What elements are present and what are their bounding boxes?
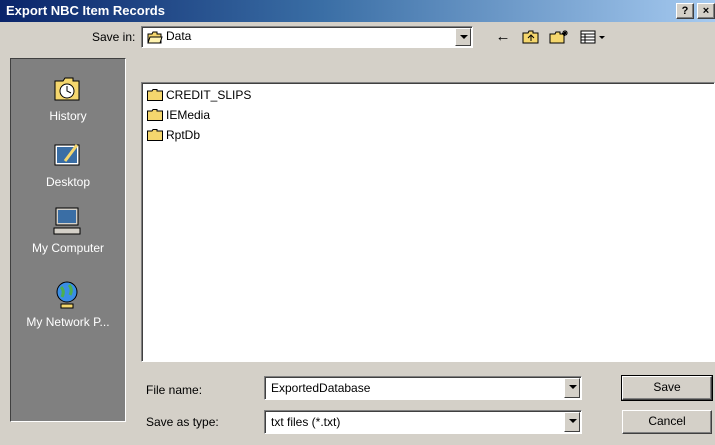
new-folder-icon[interactable] [548,26,570,48]
place-my-computer[interactable]: My Computer [11,201,125,265]
file-name-value: ExportedDatabase [271,381,371,395]
save-in-combo[interactable]: Data [141,26,473,48]
places-bar: History Desktop My Computer My Network P… [10,58,126,422]
export-dialog: Export NBC Item Records ? × Save in: Dat… [0,0,715,445]
save-button[interactable]: Save [621,375,713,401]
file-name-dropdown-arrow[interactable] [564,378,580,398]
help-button[interactable]: ? [676,3,694,19]
save-in-dropdown-arrow[interactable] [455,28,471,46]
folder-icon [147,89,163,101]
history-icon [54,77,80,101]
place-label: Desktop [45,175,91,189]
computer-icon [53,207,81,235]
file-name-field[interactable]: ExportedDatabase [264,376,582,400]
file-list[interactable]: CREDIT_SLIPS IEMedia RptDb [141,82,715,362]
network-icon [56,281,78,309]
save-in-value: Data [166,29,192,43]
back-icon[interactable]: ← [492,26,514,48]
place-label: My Network P... [26,315,110,329]
desktop-icon [54,144,80,166]
views-menu-icon[interactable] [578,26,608,48]
dialog-title: Export NBC Item Records [6,3,165,18]
file-name: IEMedia [166,108,211,122]
place-label: History [49,109,87,123]
save-as-type-dropdown-arrow[interactable] [564,412,580,432]
file-name: CREDIT_SLIPS [166,88,252,102]
place-label: My Computer [31,241,105,255]
title-bar: Export NBC Item Records ? × [0,0,715,22]
save-as-type-label: Save as type: [146,415,219,429]
place-desktop[interactable]: Desktop [11,135,125,199]
save-as-type-value: txt files (*.txt) [271,415,341,429]
folder-icon [147,109,163,121]
up-folder-icon[interactable] [520,26,542,48]
file-name-label: File name: [146,383,203,397]
cancel-button[interactable]: Cancel [622,410,712,434]
folder-icon [147,129,163,141]
place-history[interactable]: History [11,69,125,133]
place-my-network[interactable]: My Network P... [11,275,125,339]
close-button[interactable]: × [697,3,715,19]
file-name: RptDb [166,128,201,142]
save-as-type-select[interactable]: txt files (*.txt) [264,410,582,434]
save-in-label: Save in: [92,30,136,44]
open-folder-icon [147,31,163,44]
